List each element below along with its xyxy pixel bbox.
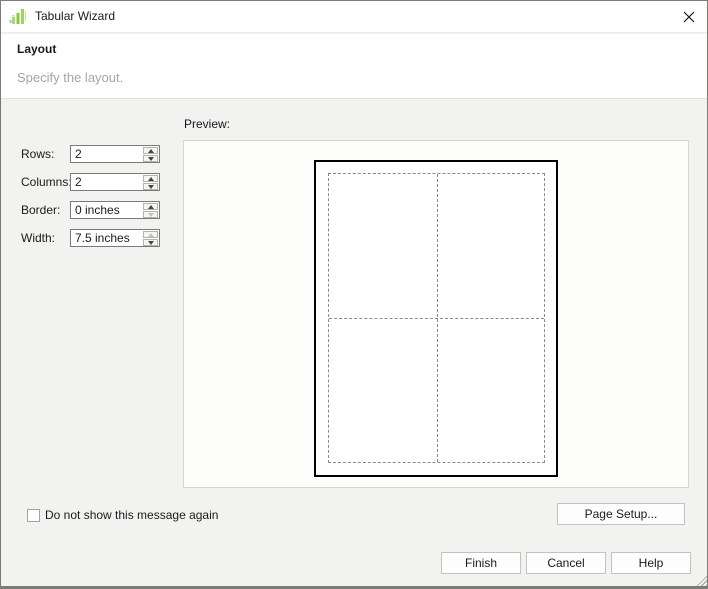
width-spin-up-icon	[143, 231, 158, 238]
cancel-button[interactable]: Cancel	[526, 552, 606, 574]
width-spinner	[142, 230, 159, 246]
dont-show-again-label: Do not show this message again	[45, 508, 219, 522]
close-icon[interactable]	[681, 9, 697, 25]
dont-show-again-checkbox[interactable]	[27, 509, 40, 522]
rows-spinner	[142, 146, 159, 162]
page-subtitle: Specify the layout.	[17, 70, 124, 85]
preview-page	[314, 160, 558, 477]
border-field	[70, 201, 160, 219]
width-spin-down-icon[interactable]	[143, 239, 158, 246]
title-bar: Tabular Wizard	[1, 1, 707, 33]
border-spin-up-icon[interactable]	[143, 203, 158, 210]
finish-button[interactable]: Finish	[441, 552, 521, 574]
rows-input[interactable]	[71, 146, 141, 162]
rows-label: Rows:	[21, 147, 55, 161]
columns-spinner	[142, 174, 159, 190]
border-spinner	[142, 202, 159, 218]
columns-input[interactable]	[71, 174, 141, 190]
width-label: Width:	[21, 231, 56, 245]
width-input[interactable]	[71, 230, 141, 246]
rows-field	[70, 145, 160, 163]
columns-label: Columns:	[21, 175, 72, 189]
tabular-wizard-dialog: Tabular Wizard Layout Specify the layout…	[0, 0, 708, 589]
preview-grid	[328, 173, 545, 463]
page-title: Layout	[17, 42, 57, 56]
help-button[interactable]: Help	[611, 552, 691, 574]
rows-spin-up-icon[interactable]	[143, 147, 158, 154]
preview-label: Preview:	[184, 117, 231, 131]
width-field	[70, 229, 160, 247]
border-spin-down-icon	[143, 211, 158, 218]
resize-grip[interactable]	[694, 573, 707, 586]
page-setup-button[interactable]: Page Setup...	[557, 503, 685, 525]
columns-spin-down-icon[interactable]	[143, 183, 158, 190]
rows-spin-down-icon[interactable]	[143, 155, 158, 162]
wizard-header: Layout Specify the layout.	[1, 34, 707, 99]
columns-spin-up-icon[interactable]	[143, 175, 158, 182]
window-title: Tabular Wizard	[35, 9, 116, 23]
border-input[interactable]	[71, 202, 141, 218]
columns-field	[70, 173, 160, 191]
preview-area	[183, 140, 689, 488]
app-equalizer-icon	[9, 9, 26, 24]
border-label: Border:	[21, 203, 61, 217]
